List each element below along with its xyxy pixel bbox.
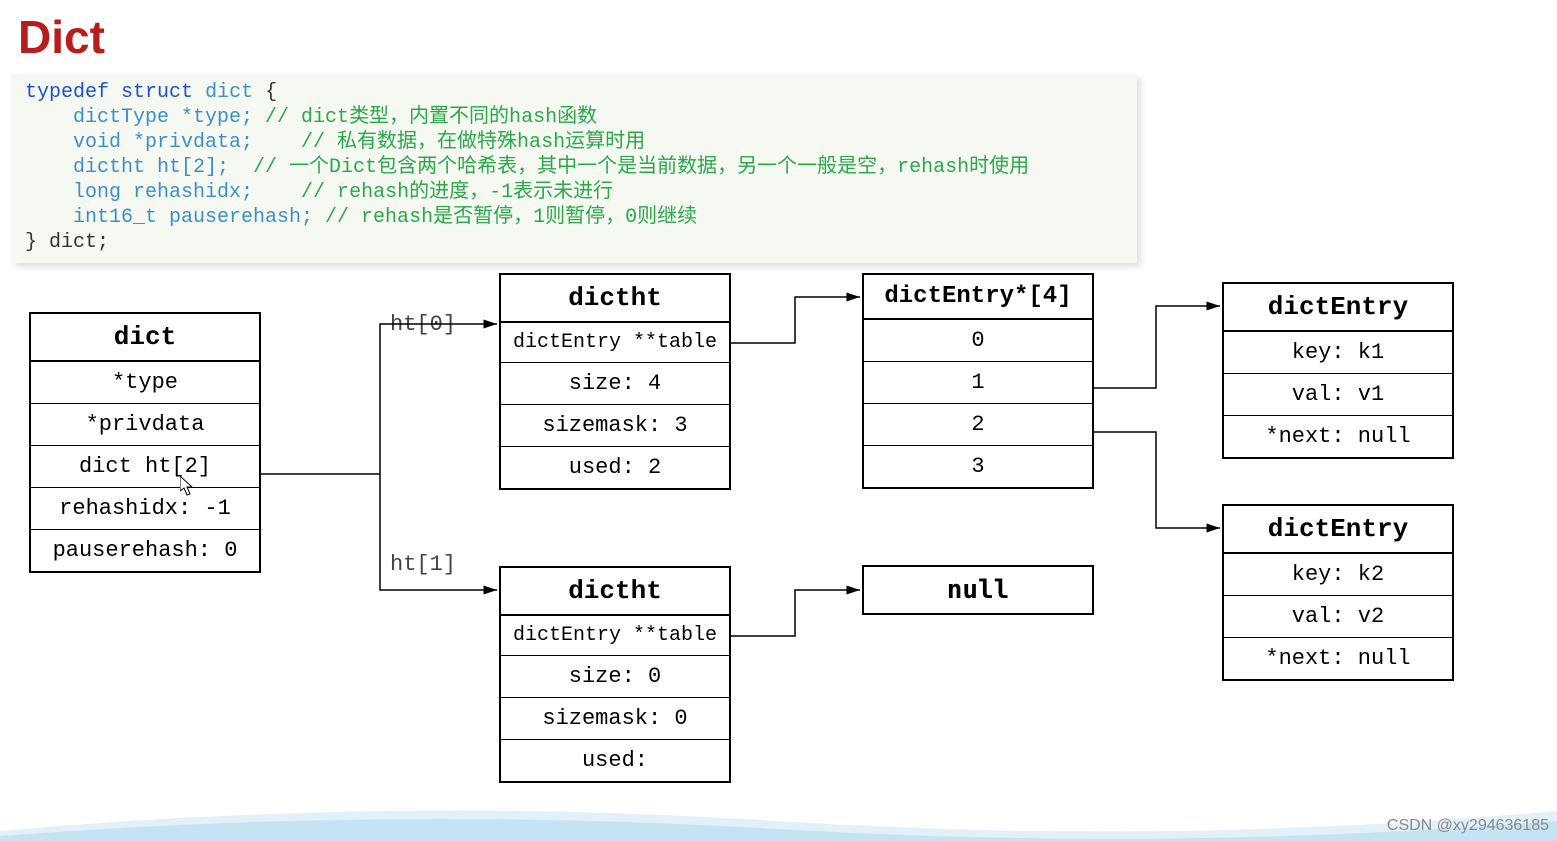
entry2-head: dictEntry <box>1224 506 1452 554</box>
dict-row-ht: dict ht[2] <box>31 446 259 488</box>
array-row-0: 0 <box>864 320 1092 362</box>
watermark: CSDN @xy294636185 <box>1387 817 1549 835</box>
code-l4-type: dictht ht[2]; <box>25 156 229 179</box>
code-l3-type: void *privdata; <box>25 131 253 154</box>
entry1-row-val: val: v1 <box>1224 374 1452 416</box>
dictht1-row-size: size: 0 <box>501 656 729 698</box>
kw-typedef: typedef <box>25 81 109 104</box>
dictht1-box: dictht dictEntry **table size: 0 sizemas… <box>499 566 731 783</box>
arrow-slot2-to-entry2 <box>1092 432 1220 528</box>
code-l6-type: int16_t pauserehash; <box>25 206 313 229</box>
dict-head: dict <box>31 314 259 362</box>
array-row-2: 2 <box>864 404 1092 446</box>
entry1-row-key: key: k1 <box>1224 332 1452 374</box>
dict-row-privdata: *privdata <box>31 404 259 446</box>
array-head: dictEntry*[4] <box>864 275 1092 320</box>
dictht1-row-sizemask: sizemask: 0 <box>501 698 729 740</box>
dictht0-row-used: used: 2 <box>501 447 729 488</box>
label-ht1: ht[1] <box>390 552 456 577</box>
dictht0-box: dictht dictEntry **table size: 4 sizemas… <box>499 273 731 490</box>
entry2-row-key: key: k2 <box>1224 554 1452 596</box>
id-dict: dict <box>205 81 253 104</box>
array-box: dictEntry*[4] 0 1 2 3 <box>862 273 1094 489</box>
dictht1-row-used: used: <box>501 740 729 781</box>
null-box: null <box>862 565 1094 615</box>
code-block: typedef struct dict { dictType *type; //… <box>11 74 1137 263</box>
array-row-3: 3 <box>864 446 1092 487</box>
code-l3-comment: // 私有数据，在做特殊hash运算时用 <box>253 131 645 154</box>
page-title: Dict <box>18 10 105 64</box>
entry2-row-next: *next: null <box>1224 638 1452 679</box>
dict-row-type: *type <box>31 362 259 404</box>
code-l5-comment: // rehash的进度，-1表示未进行 <box>253 181 613 204</box>
dictht0-row-table: dictEntry **table <box>501 323 729 363</box>
label-ht0: ht[0] <box>390 312 456 337</box>
arrow-dictht0-to-array <box>729 297 860 343</box>
dict-row-pauserehash: pauserehash: 0 <box>31 530 259 571</box>
dict-box: dict *type *privdata dict ht[2] rehashid… <box>29 312 261 573</box>
wave-decoration <box>0 791 1557 841</box>
code-l7: } dict; <box>25 231 109 254</box>
entry1-row-next: *next: null <box>1224 416 1452 457</box>
arrow-dict-to-dictht0 <box>380 324 497 474</box>
code-l1-tail: { <box>253 81 277 104</box>
dictht0-head: dictht <box>501 275 729 323</box>
arrow-dictht1-to-null <box>729 590 860 636</box>
dictht0-row-sizemask: sizemask: 3 <box>501 405 729 447</box>
kw-struct: struct <box>121 81 193 104</box>
entry1-head: dictEntry <box>1224 284 1452 332</box>
code-l2-comment: // dict类型，内置不同的hash函数 <box>253 106 597 129</box>
entry2-row-val: val: v2 <box>1224 596 1452 638</box>
code-l5-type: long rehashidx; <box>25 181 253 204</box>
dictht0-row-size: size: 4 <box>501 363 729 405</box>
dictht1-row-table: dictEntry **table <box>501 616 729 656</box>
array-row-1: 1 <box>864 362 1092 404</box>
arrow-slot1-to-entry1 <box>1092 306 1220 388</box>
dict-row-rehashidx: rehashidx: -1 <box>31 488 259 530</box>
dictht1-head: dictht <box>501 568 729 616</box>
entry1-box: dictEntry key: k1 val: v1 *next: null <box>1222 282 1454 459</box>
entry2-box: dictEntry key: k2 val: v2 *next: null <box>1222 504 1454 681</box>
code-l2-type: dictType *type; <box>25 106 253 129</box>
code-l4-comment: // 一个Dict包含两个哈希表，其中一个是当前数据，另一个一般是空，rehas… <box>229 156 1029 179</box>
code-l6-comment: // rehash是否暂停，1则暂停，0则继续 <box>313 206 697 229</box>
null-head: null <box>864 567 1092 613</box>
